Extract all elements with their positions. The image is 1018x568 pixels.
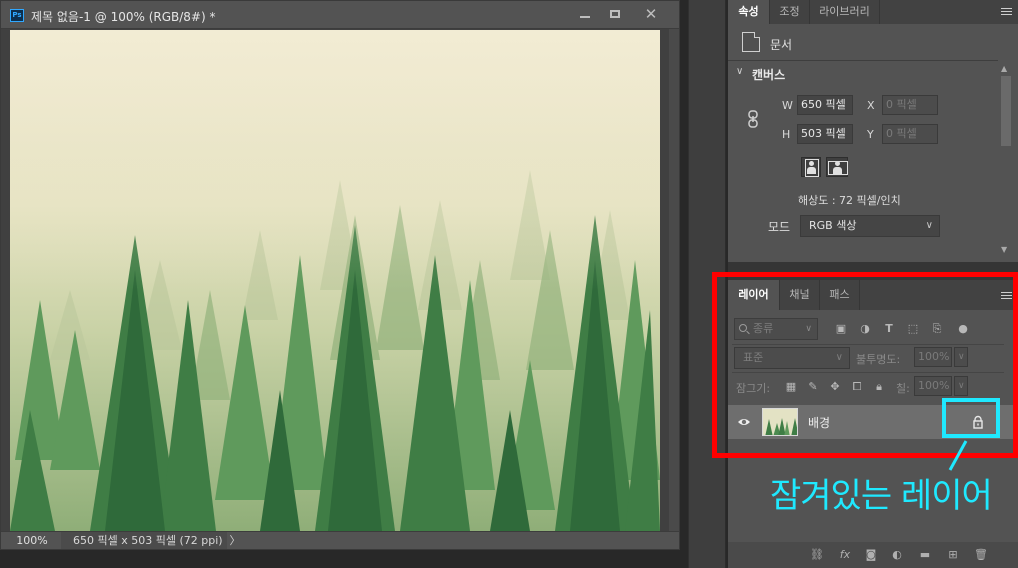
x-field[interactable]: 0 픽셀	[882, 95, 938, 115]
mask-icon[interactable]: ◙	[864, 548, 878, 562]
tab-libraries[interactable]: 라이브러리	[810, 0, 880, 24]
tab-adjustments[interactable]: 조정	[770, 0, 810, 24]
fx-icon[interactable]: fx	[838, 548, 852, 562]
canvas-image[interactable]	[10, 30, 660, 531]
width-field[interactable]: 650 픽셀	[797, 95, 853, 115]
adjustment-layer-icon[interactable]: ◐	[890, 548, 904, 562]
scroll-up-icon[interactable]: ▲	[1001, 64, 1007, 73]
document-title: 제목 없음-1 @ 100% (RGB/8#) *	[31, 10, 216, 24]
chevron-down-icon[interactable]: ∨	[736, 66, 743, 77]
scroll-thumb[interactable]	[1001, 76, 1011, 146]
mode-select-value: RGB 색상	[809, 219, 857, 232]
properties-tabbar: 속성 조정 라이브러리	[728, 0, 1018, 24]
document-window: Ps 제목 없음-1 @ 100% (RGB/8#) * ✕ 100% 650 …	[0, 0, 680, 550]
trash-icon[interactable]: 🗑︎	[974, 548, 988, 562]
height-label: H	[782, 128, 791, 141]
document-info: 650 픽셀 x 503 픽셀 (72 ppi)	[61, 532, 227, 549]
canvas-workspace	[1, 29, 669, 531]
y-field[interactable]: 0 픽셀	[882, 124, 938, 144]
lock-highlight-box	[942, 398, 1000, 438]
link-dimensions-icon[interactable]	[748, 110, 758, 128]
document-titlebar[interactable]: Ps 제목 없음-1 @ 100% (RGB/8#) * ✕	[1, 1, 679, 29]
panel-menu-icon[interactable]	[1001, 8, 1012, 17]
layers-bottom-bar: ⛓ fx ◙ ◐ ▬ ⊞ 🗑︎	[728, 542, 1018, 568]
photoshop-logo-icon: Ps	[10, 9, 24, 22]
status-menu-arrow-icon[interactable]: 〉	[227, 532, 243, 549]
properties-panel: 속성 조정 라이브러리 문서 ∨ 캔버스 W 650 픽셀 X 0 픽셀 H 5…	[728, 0, 1018, 262]
y-label: Y	[867, 128, 874, 141]
resolution-text: 해상도 : 72 픽셀/인치	[798, 194, 901, 207]
document-icon	[742, 32, 760, 52]
close-icon[interactable]: ✕	[638, 5, 664, 24]
width-label: W	[782, 99, 793, 112]
tab-properties[interactable]: 속성	[728, 0, 770, 24]
new-layer-icon[interactable]: ⊞	[946, 548, 960, 562]
canvas-section-title: 캔버스	[752, 68, 786, 82]
callout-text: 잠겨있는 레이어	[770, 476, 993, 516]
divider	[728, 60, 998, 61]
x-label: X	[867, 99, 875, 112]
properties-scrollbar[interactable]: ▲ ▼	[1000, 64, 1012, 254]
link-layers-icon[interactable]: ⛓	[810, 548, 824, 562]
vertical-scrollbar[interactable]	[669, 29, 679, 531]
portrait-orientation-icon[interactable]	[801, 157, 821, 177]
group-icon[interactable]: ▬	[918, 548, 932, 562]
landscape-orientation-icon[interactable]	[826, 157, 848, 177]
height-field[interactable]: 503 픽셀	[797, 124, 853, 144]
status-bar: 100% 650 픽셀 x 503 픽셀 (72 ppi) 〉	[1, 531, 679, 549]
chevron-down-icon: ∨	[925, 220, 933, 231]
mode-label: 모드	[768, 220, 791, 234]
scroll-down-icon[interactable]: ▼	[1001, 245, 1007, 254]
misty-forest-image	[10, 30, 660, 531]
minimize-icon[interactable]	[572, 5, 598, 24]
document-label: 문서	[770, 38, 793, 52]
zoom-level-field[interactable]: 100%	[9, 532, 55, 549]
maximize-icon[interactable]	[602, 5, 628, 24]
mode-select[interactable]: RGB 색상 ∨	[800, 215, 940, 237]
